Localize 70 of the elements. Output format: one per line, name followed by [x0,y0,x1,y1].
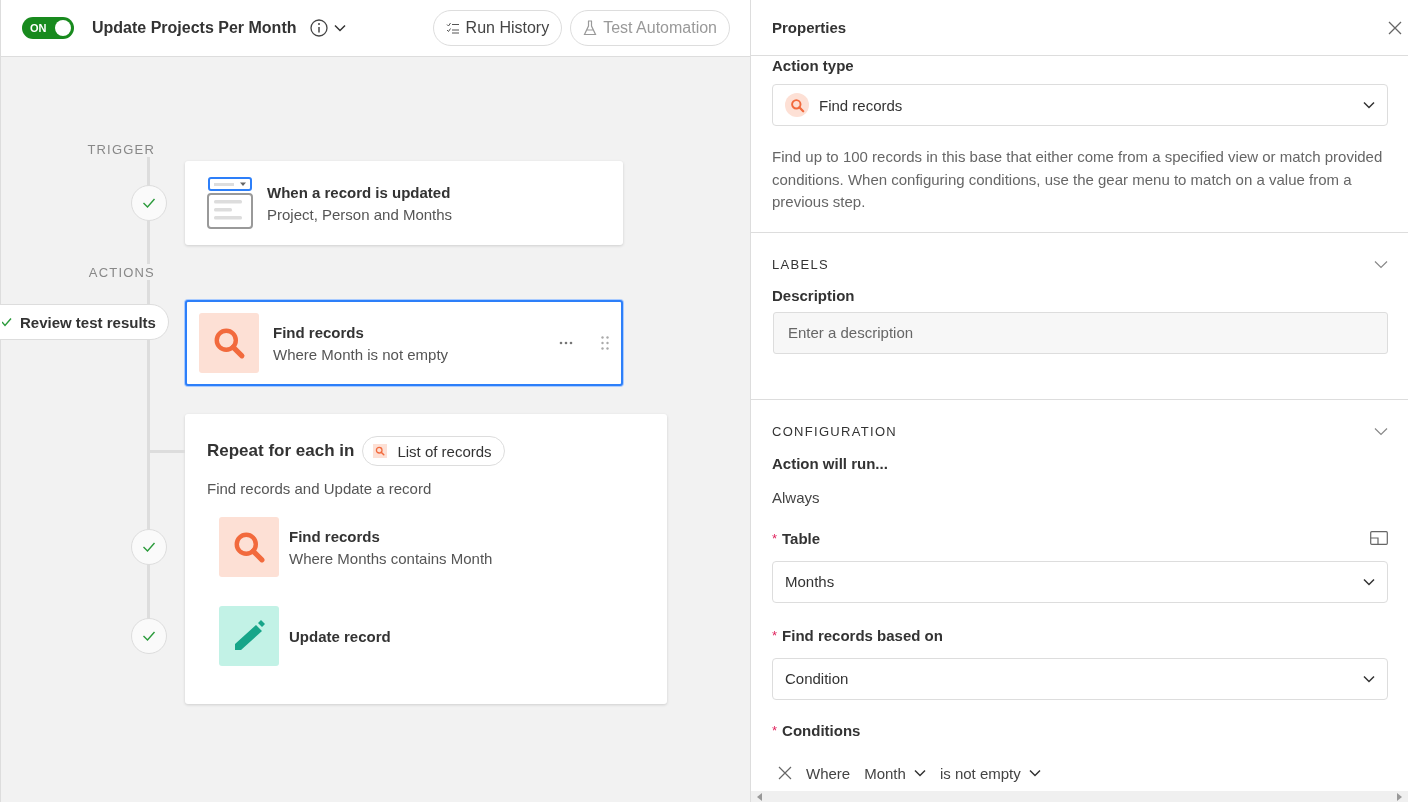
chevron-down-icon [1028,769,1041,777]
step-title: When a record is updated [267,183,452,201]
select-field[interactable]: Condition [772,657,1388,700]
checkmark-icon [142,197,156,209]
required-asterisk: * [772,627,778,643]
section-heading: CONFIGURATION [772,423,897,439]
step-title: Find records [289,527,381,545]
chevron-down-icon [1363,674,1375,683]
pencil-icon [232,619,266,653]
condition-operator-dropdown[interactable]: is not empty [939,764,1041,782]
form-icon [207,176,253,230]
section-heading: LABELS [772,256,829,272]
step-title: Update record [289,627,392,645]
chevron-down-icon [913,769,926,777]
field-label: Action type [772,57,855,74]
review-test-results-button[interactable]: Review test results [0,304,169,340]
flask-icon [583,20,598,36]
automation-title: Update Projects Per Month [92,19,297,37]
chevron-down-icon[interactable] [1374,259,1388,269]
step-subtitle: Where Months contains Month [289,549,494,567]
step-item[interactable]: Find records Where Months contains Month [185,497,667,577]
close-icon [1388,20,1402,35]
required-asterisk: * [772,530,778,546]
repeat-subtitle: Find records and Update a record [206,479,433,497]
panel-title: Properties [772,19,847,36]
chevron-down-icon[interactable] [1374,426,1388,436]
field-label: Description [772,286,856,304]
search-icon [789,97,805,113]
required-asterisk: * [772,722,778,738]
search-icon [212,326,246,360]
search-icon [232,530,266,564]
info-icon[interactable] [310,19,329,37]
step-card[interactable]: When a record is updated Project, Person and Months [185,161,623,245]
step-subtitle: Where Month is not empty [273,345,450,363]
step-item[interactable]: Update record [185,577,667,666]
chevron-down-icon [1363,101,1375,109]
chevron-down-icon [334,24,347,32]
scroll-left-icon [757,792,762,801]
condition-prefix: Where [806,764,851,782]
description-input[interactable]: Enter a description [773,311,1388,354]
checklist-icon [445,22,460,34]
more-options-icon[interactable] [559,341,573,345]
field-label: Find records based on [782,626,943,644]
horizontal-scrollbar[interactable] [751,791,1408,802]
list-source-pill[interactable]: List of records [362,436,505,466]
field-label: Conditions [782,721,861,739]
action-type-select[interactable]: Find records [772,84,1388,126]
run-condition-value: Always [772,488,821,506]
select-field[interactable]: Months [772,560,1388,603]
chevron-down-icon [1363,577,1375,586]
step-card[interactable]: Find records Where Month is not empty [185,300,623,386]
action-description: Find up to 100 records in this base that either come from a specified view or match provided conditions. When configuring conditions, use the gear menu to match on a value from a previous step. [772,147,1384,212]
checkmark-icon [142,541,156,553]
checkmark-icon [2,317,12,327]
drag-handle-icon[interactable] [601,336,609,350]
step-subtitle: Project, Person and Months [267,205,454,223]
search-icon [375,446,386,456]
field-label: Action will run... [772,454,889,472]
repeat-title: Repeat for each in [207,441,355,461]
on-off-toggle[interactable]: ON [22,17,74,39]
step-title: Find records [273,323,365,341]
close-icon[interactable] [778,766,792,780]
field-label: Table [782,529,821,547]
condition-field-dropdown[interactable]: Month [864,764,926,782]
expand-table-icon[interactable] [1370,531,1388,545]
section-label: TRIGGER [87,141,155,157]
scroll-right-icon [1397,792,1402,801]
section-label: ACTIONS [88,264,155,280]
checkmark-icon [142,630,156,642]
run-history-button[interactable]: Run History [432,10,563,46]
